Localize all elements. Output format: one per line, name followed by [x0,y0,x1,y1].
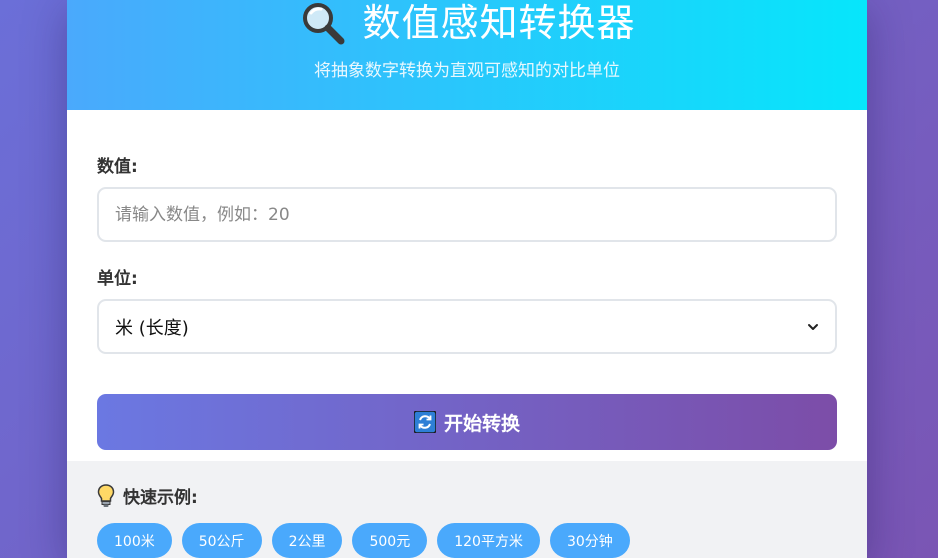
converter-form: 数值: 单位: 米 (长度) 开始转换 [67,110,867,450]
value-input[interactable] [97,187,837,242]
header: 数值感知转换器 将抽象数字转换为直观可感知的对比单位 [67,0,867,110]
convert-button[interactable]: 开始转换 [97,394,837,450]
unit-field: 单位: 米 (长度) [97,264,837,354]
quick-examples: 快速示例: 100米 50公斤 2公里 500元 120平方米 30分钟 [67,461,867,558]
value-label: 数值: [97,157,138,177]
unit-selected-value: 米 (长度) [115,317,189,339]
chevron-down-icon [808,323,818,330]
example-chips: 100米 50公斤 2公里 500元 120平方米 30分钟 [97,523,837,558]
example-chip[interactable]: 2公里 [271,523,343,558]
examples-title: 快速示例: [97,483,837,508]
page-title: 数值感知转换器 [362,1,636,45]
example-chip[interactable]: 100米 [97,523,172,558]
converter-card: 数值感知转换器 将抽象数字转换为直观可感知的对比单位 数值: 单位: 米 (长度… [67,0,867,558]
lightbulb-icon [97,483,115,507]
example-chip[interactable]: 30分钟 [549,523,630,558]
example-chip[interactable]: 500元 [352,523,428,558]
refresh-icon [413,411,436,433]
examples-title-text: 快速示例: [123,488,198,508]
title-row: 数值感知转换器 [67,0,867,46]
convert-button-label: 开始转换 [443,413,520,435]
page-subtitle: 将抽象数字转换为直观可感知的对比单位 [314,61,620,81]
magnifier-icon [303,3,345,45]
example-chip[interactable]: 120平方米 [437,523,540,558]
example-chip[interactable]: 50公斤 [181,523,262,558]
unit-select[interactable]: 米 (长度) [97,299,837,354]
unit-label: 单位: [97,269,138,289]
